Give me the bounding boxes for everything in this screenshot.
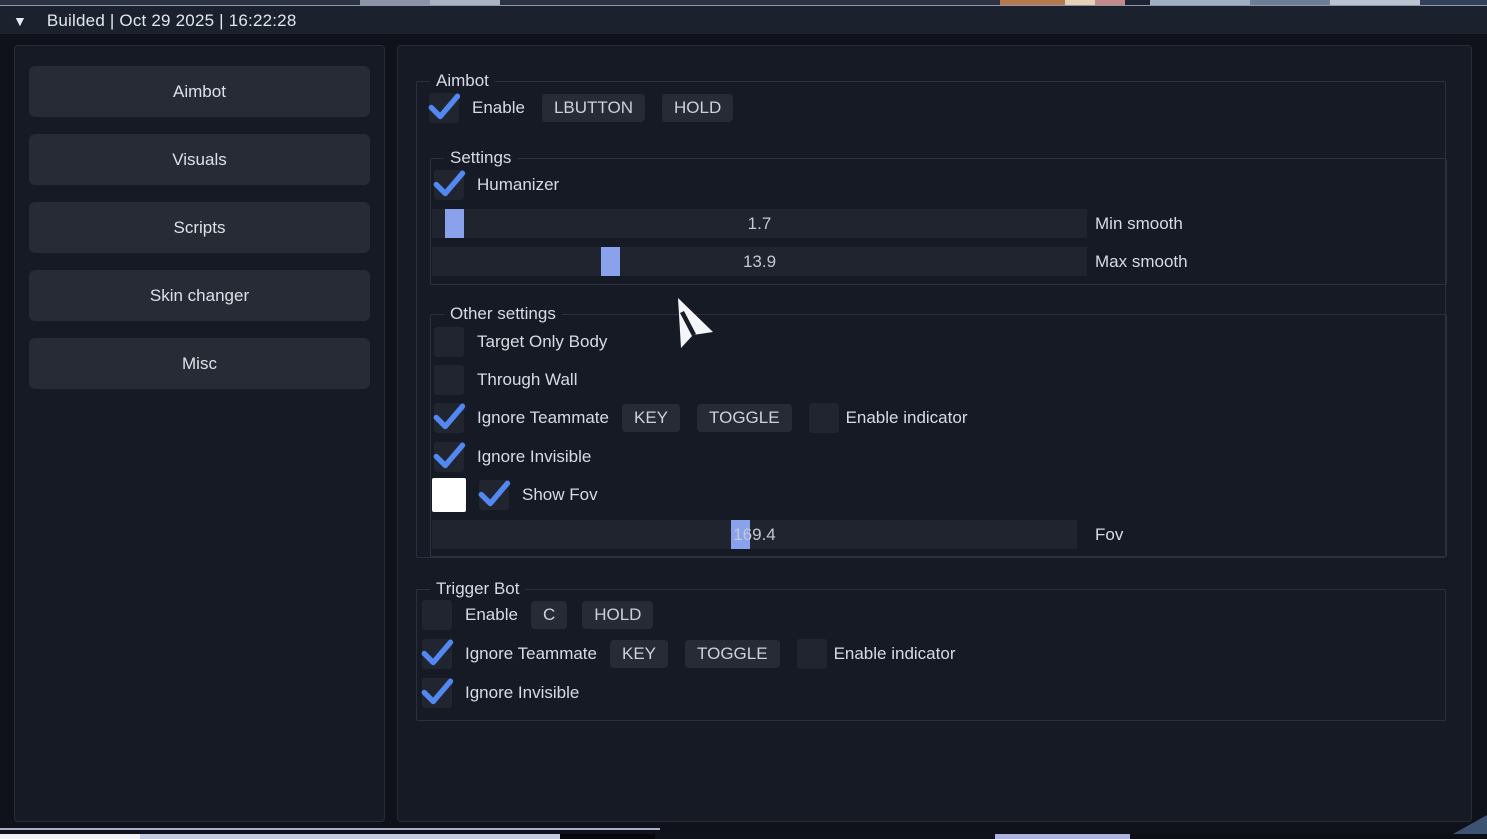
humanizer-checkbox[interactable] bbox=[434, 170, 464, 200]
trigger-teammate-toggle-button[interactable]: TOGGLE bbox=[685, 640, 780, 668]
aimbot-ignore-invisible-label: Ignore Invisible bbox=[477, 447, 591, 467]
other-settings-group: Other settings Target Only Body Through … bbox=[430, 314, 1447, 557]
aimbot-ignore-teammate-row: Ignore Teammate KEY TOGGLE Enable indica… bbox=[434, 403, 967, 433]
aimbot-enable-label: Enable bbox=[472, 98, 525, 118]
screen: ▼ Builded | Oct 29 2025 | 16:22:28 Aimbo… bbox=[0, 0, 1487, 839]
show-fov-row: Show Fov bbox=[432, 478, 598, 512]
min-smooth-slider[interactable]: 1.7 bbox=[432, 209, 1087, 238]
window-bottom-border bbox=[0, 828, 660, 830]
window-title: Builded | Oct 29 2025 | 16:22:28 bbox=[47, 11, 297, 31]
sidebar-item-aimbot[interactable]: Aimbot bbox=[29, 66, 370, 117]
trigger-enable-indicator-checkbox[interactable] bbox=[797, 639, 827, 669]
aimbot-ignore-teammate-label: Ignore Teammate bbox=[477, 408, 609, 428]
aimbot-ignore-teammate-checkbox[interactable] bbox=[434, 403, 464, 433]
show-fov-label: Show Fov bbox=[522, 485, 598, 505]
aimbot-enable-indicator-label: Enable indicator bbox=[846, 408, 968, 428]
aimbot-keymode-button[interactable]: HOLD bbox=[662, 94, 733, 122]
aimbot-group: Aimbot Enable LBUTTON HOLD Settings bbox=[416, 81, 1446, 558]
fov-color-swatch[interactable] bbox=[432, 478, 466, 512]
fov-label: Fov bbox=[1095, 525, 1123, 545]
min-smooth-label: Min smooth bbox=[1095, 214, 1183, 234]
aimbot-enable-row: Enable LBUTTON HOLD bbox=[429, 93, 733, 123]
sidebar-item-visuals[interactable]: Visuals bbox=[29, 134, 370, 185]
aimbot-teammate-key-button[interactable]: KEY bbox=[622, 404, 680, 432]
trigger-bot-group-legend: Trigger Bot bbox=[430, 579, 525, 599]
aimbot-ignore-invisible-row: Ignore Invisible bbox=[434, 442, 591, 472]
sidebar: Aimbot Visuals Scripts Skin changer Misc bbox=[14, 45, 385, 822]
check-icon bbox=[426, 88, 462, 124]
sidebar-item-skin-changer[interactable]: Skin changer bbox=[29, 270, 370, 321]
collapse-triangle-icon[interactable]: ▼ bbox=[13, 14, 27, 28]
aimbot-keybind-button[interactable]: LBUTTON bbox=[542, 94, 645, 122]
show-fov-checkbox[interactable] bbox=[479, 480, 509, 510]
through-wall-checkbox[interactable] bbox=[434, 365, 464, 395]
main-panel: Aimbot Enable LBUTTON HOLD Settings bbox=[397, 45, 1472, 822]
min-smooth-row: 1.7 Min smooth bbox=[432, 209, 1183, 238]
fov-slider[interactable]: 169.4 bbox=[432, 520, 1077, 549]
sidebar-item-misc[interactable]: Misc bbox=[29, 338, 370, 389]
other-settings-group-legend: Other settings bbox=[444, 304, 562, 324]
sidebar-item-scripts[interactable]: Scripts bbox=[29, 202, 370, 253]
trigger-enable-checkbox[interactable] bbox=[422, 600, 452, 630]
trigger-ignore-teammate-checkbox[interactable] bbox=[422, 639, 452, 669]
settings-group: Settings Humanizer 1.7 Min smooth bbox=[430, 158, 1447, 285]
trigger-bot-group: Trigger Bot Enable C HOLD Ignore Teammat… bbox=[416, 589, 1446, 721]
max-smooth-row: 13.9 Max smooth bbox=[432, 247, 1188, 276]
max-smooth-slider[interactable]: 13.9 bbox=[432, 247, 1087, 276]
aimbot-enable-checkbox[interactable] bbox=[429, 93, 459, 123]
max-smooth-label: Max smooth bbox=[1095, 252, 1188, 272]
trigger-keymode-button[interactable]: HOLD bbox=[582, 601, 653, 629]
through-wall-label: Through Wall bbox=[477, 370, 577, 390]
target-only-body-label: Target Only Body bbox=[477, 332, 607, 352]
target-only-body-row: Target Only Body bbox=[434, 327, 607, 357]
game-corner-shape bbox=[1453, 815, 1487, 834]
check-icon bbox=[419, 634, 455, 670]
trigger-enable-label: Enable bbox=[465, 605, 518, 625]
check-icon bbox=[431, 398, 467, 434]
check-icon bbox=[476, 475, 512, 511]
trigger-keybind-button[interactable]: C bbox=[531, 601, 567, 629]
max-smooth-value: 13.9 bbox=[432, 247, 1087, 276]
window-body: Aimbot Visuals Scripts Skin changer Misc… bbox=[0, 34, 1487, 834]
check-icon bbox=[431, 437, 467, 473]
check-icon bbox=[419, 673, 455, 709]
trigger-ignore-teammate-label: Ignore Teammate bbox=[465, 644, 597, 664]
min-smooth-value: 1.7 bbox=[432, 209, 1087, 238]
trigger-ignore-invisible-label: Ignore Invisible bbox=[465, 683, 579, 703]
trigger-enable-row: Enable C HOLD bbox=[422, 600, 653, 630]
aimbot-enable-indicator-checkbox[interactable] bbox=[809, 403, 839, 433]
trigger-teammate-key-button[interactable]: KEY bbox=[610, 640, 668, 668]
target-only-body-checkbox[interactable] bbox=[434, 327, 464, 357]
aimbot-teammate-toggle-button[interactable]: TOGGLE bbox=[697, 404, 792, 432]
fov-value: 169.4 bbox=[432, 520, 1077, 549]
titlebar[interactable]: ▼ Builded | Oct 29 2025 | 16:22:28 bbox=[0, 5, 1487, 35]
game-background-bottom bbox=[0, 834, 1487, 839]
trigger-ignore-invisible-checkbox[interactable] bbox=[422, 678, 452, 708]
aimbot-ignore-invisible-checkbox[interactable] bbox=[434, 442, 464, 472]
trigger-ignore-teammate-row: Ignore Teammate KEY TOGGLE Enable indica… bbox=[422, 639, 955, 669]
trigger-ignore-invisible-row: Ignore Invisible bbox=[422, 678, 579, 708]
through-wall-row: Through Wall bbox=[434, 365, 577, 395]
humanizer-row: Humanizer bbox=[434, 170, 559, 200]
check-icon bbox=[431, 165, 467, 201]
trigger-enable-indicator-label: Enable indicator bbox=[834, 644, 956, 664]
humanizer-label: Humanizer bbox=[477, 175, 559, 195]
fov-row: 169.4 Fov bbox=[432, 520, 1123, 549]
